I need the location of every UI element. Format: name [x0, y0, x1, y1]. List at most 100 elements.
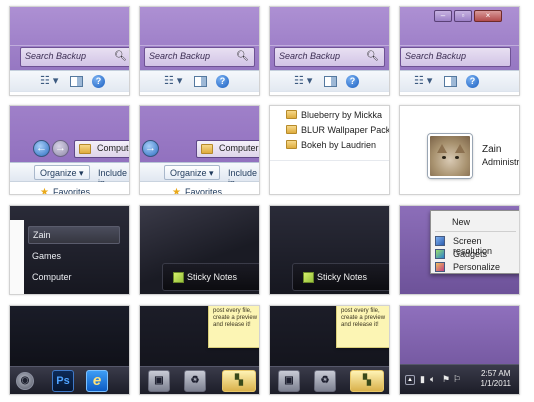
preview-pane-icon[interactable] — [194, 76, 207, 87]
list-item[interactable]: Blueberry by Mickka — [286, 110, 382, 124]
sticky-notes-icon — [173, 272, 184, 283]
folder-icon — [286, 125, 297, 134]
clock[interactable]: 2:57 AM 1/1/2011 — [480, 369, 511, 389]
sticky-notes-item[interactable]: Sticky Notes — [162, 263, 259, 291]
star-icon: ★ — [172, 187, 181, 195]
desktop-context-menu-tile: New Screen resolution Gadgets Personaliz… — [399, 205, 520, 295]
sticky-note-preview[interactable]: post every file, create a preview and re… — [336, 306, 389, 348]
toolbar: ☷ ▾ ? — [400, 70, 519, 91]
recycle-bin-icon[interactable]: ♻ — [184, 370, 206, 392]
explorer-nav-tile-1: ← → Computer Organize ▾ Include in ★Favo… — [9, 105, 130, 195]
help-icon[interactable]: ? — [92, 75, 105, 88]
views-icon[interactable]: ☷ ▾ — [414, 75, 432, 88]
sticky-notes-item[interactable]: Sticky Notes — [292, 263, 389, 291]
preview-pane-icon[interactable] — [70, 76, 83, 87]
taskbar: ◉ Ps e — [10, 366, 129, 394]
taskbar-tile-2: post every file, create a preview and re… — [139, 305, 260, 395]
folder-icon — [79, 144, 91, 154]
gadgets-icon — [435, 249, 445, 259]
network-icon[interactable]: ▮ — [420, 374, 425, 385]
forward-button[interactable]: → — [52, 140, 69, 157]
start-menu-item-computer[interactable]: Computer — [32, 269, 72, 287]
close-button[interactable]: × — [474, 10, 502, 22]
star-icon: ★ — [40, 187, 49, 195]
sticky-notes-taskbar-icon[interactable]: ▚ — [222, 370, 256, 392]
start-menu-tile: Zain Games Computer — [9, 205, 130, 295]
preview-pane-icon[interactable] — [324, 76, 337, 87]
sticky-notes-icon — [303, 272, 314, 283]
organize-button[interactable]: Organize ▾ — [164, 165, 220, 180]
toolbar: ☷ ▾ ? — [270, 70, 389, 91]
taskbar-tile-3: post every file, create a preview and re… — [269, 305, 390, 395]
organize-button[interactable]: Organize ▾ — [34, 165, 90, 180]
search-input[interactable]: Search Backup 🔍︎ — [144, 47, 255, 67]
context-menu-personalize[interactable]: Personalize — [431, 260, 519, 274]
user-account-tile: Zain Administrator — [399, 105, 520, 195]
user-folder-icon[interactable]: ▣ — [278, 370, 300, 392]
search-input[interactable]: Search Backup — [400, 47, 511, 67]
flag-icon[interactable]: ⚐ — [453, 374, 461, 385]
taskbar: ▲ ▮ 🔈︎ ⚑ ⚐ 2:57 AM 1/1/2011 — [400, 364, 519, 394]
command-bar: Organize ▾ Include in — [140, 162, 259, 188]
start-orb-icon[interactable]: ◉ — [16, 372, 34, 390]
folder-icon — [201, 144, 213, 154]
back-button[interactable]: ← — [33, 140, 50, 157]
preview-pane-icon[interactable] — [444, 76, 457, 87]
list-item[interactable]: Bokeh by Laudrien — [286, 140, 376, 154]
forward-button[interactable]: → — [142, 140, 159, 157]
context-menu-screen-resolution[interactable]: Screen resolution — [431, 234, 519, 256]
explorer-nav-tile-2: → Computer Organize ▾ Include in ★Favori… — [139, 105, 260, 195]
sticky-notes-taskbar-icon[interactable]: ▚ — [350, 370, 384, 392]
wallpaper-list-tile: Blueberry by Mickka BLUR Wallpaper Pack … — [269, 105, 390, 195]
maximize-button[interactable]: ▫ — [454, 10, 472, 22]
explorer-window-tile-2: Search Backup 🔍︎ ☷ ▾ ? — [139, 6, 260, 96]
recycle-bin-icon[interactable]: ♻ — [314, 370, 336, 392]
avatar[interactable] — [428, 134, 472, 178]
taskbar: ▣ ♻ ▚ — [270, 366, 389, 394]
address-bar[interactable]: Computer — [74, 140, 129, 158]
help-icon[interactable]: ? — [346, 75, 359, 88]
views-icon[interactable]: ☷ ▾ — [40, 75, 58, 88]
help-icon[interactable]: ? — [216, 75, 229, 88]
explorer-window-tile-1: Search Backup 🔍︎ ☷ ▾ ? — [9, 6, 130, 96]
internet-explorer-icon[interactable]: e — [86, 370, 108, 392]
action-center-flag-icon[interactable]: ⚑ — [442, 374, 450, 385]
clock-time: 2:57 AM — [481, 369, 511, 378]
photoshop-icon[interactable]: Ps — [52, 370, 74, 392]
folder-icon — [286, 110, 297, 119]
volume-icon[interactable]: 🔈︎ — [430, 374, 435, 385]
clock-date: 1/1/2011 — [480, 379, 511, 388]
favorites-item[interactable]: ★ Favorites — [40, 187, 90, 195]
favorites-item[interactable]: ★ Favorites — [172, 187, 222, 195]
search-input[interactable]: Search Backup 🔍︎ — [274, 47, 385, 67]
personalize-icon — [435, 262, 445, 272]
context-menu-new[interactable]: New — [431, 215, 519, 229]
minimize-button[interactable]: – — [434, 10, 452, 22]
start-menu-item-games[interactable]: Games — [32, 248, 61, 266]
taskbar-tile-1: ◉ Ps e — [9, 305, 130, 395]
address-bar[interactable]: Computer — [196, 140, 259, 158]
show-hidden-icons-button[interactable]: ▲ — [405, 375, 415, 385]
start-menu-item-user[interactable]: Zain — [28, 226, 120, 244]
views-icon[interactable]: ☷ ▾ — [294, 75, 312, 88]
screen-resolution-icon — [435, 236, 445, 246]
user-role: Administrator — [482, 157, 520, 167]
sticky-notes-tile-1: Sticky Notes — [139, 205, 260, 295]
command-bar: Organize ▾ Include in — [10, 162, 129, 188]
views-icon[interactable]: ☷ ▾ — [164, 75, 182, 88]
search-icon[interactable]: 🔍︎ — [114, 51, 127, 62]
list-item[interactable]: BLUR Wallpaper Pack by Smaq — [286, 125, 389, 139]
context-menu-gadgets[interactable]: Gadgets — [431, 247, 519, 261]
help-icon[interactable]: ? — [466, 75, 479, 88]
sticky-note-preview[interactable]: post every file, create a preview and re… — [208, 306, 259, 348]
explorer-window-tile-4: – ▫ × Search Backup ☷ ▾ ? — [399, 6, 520, 96]
search-icon[interactable]: 🔍︎ — [366, 51, 379, 62]
folder-icon — [286, 140, 297, 149]
toolbar: ☷ ▾ ? — [140, 70, 259, 91]
explorer-window-tile-3: Search Backup 🔍︎ ☷ ▾ ? — [269, 6, 390, 96]
search-input[interactable]: Search Backup 🔍︎ — [20, 47, 129, 67]
user-name: Zain — [482, 144, 502, 155]
system-tray-tile: ▲ ▮ 🔈︎ ⚑ ⚐ 2:57 AM 1/1/2011 — [399, 305, 520, 395]
search-icon[interactable]: 🔍︎ — [236, 51, 249, 62]
user-folder-icon[interactable]: ▣ — [148, 370, 170, 392]
